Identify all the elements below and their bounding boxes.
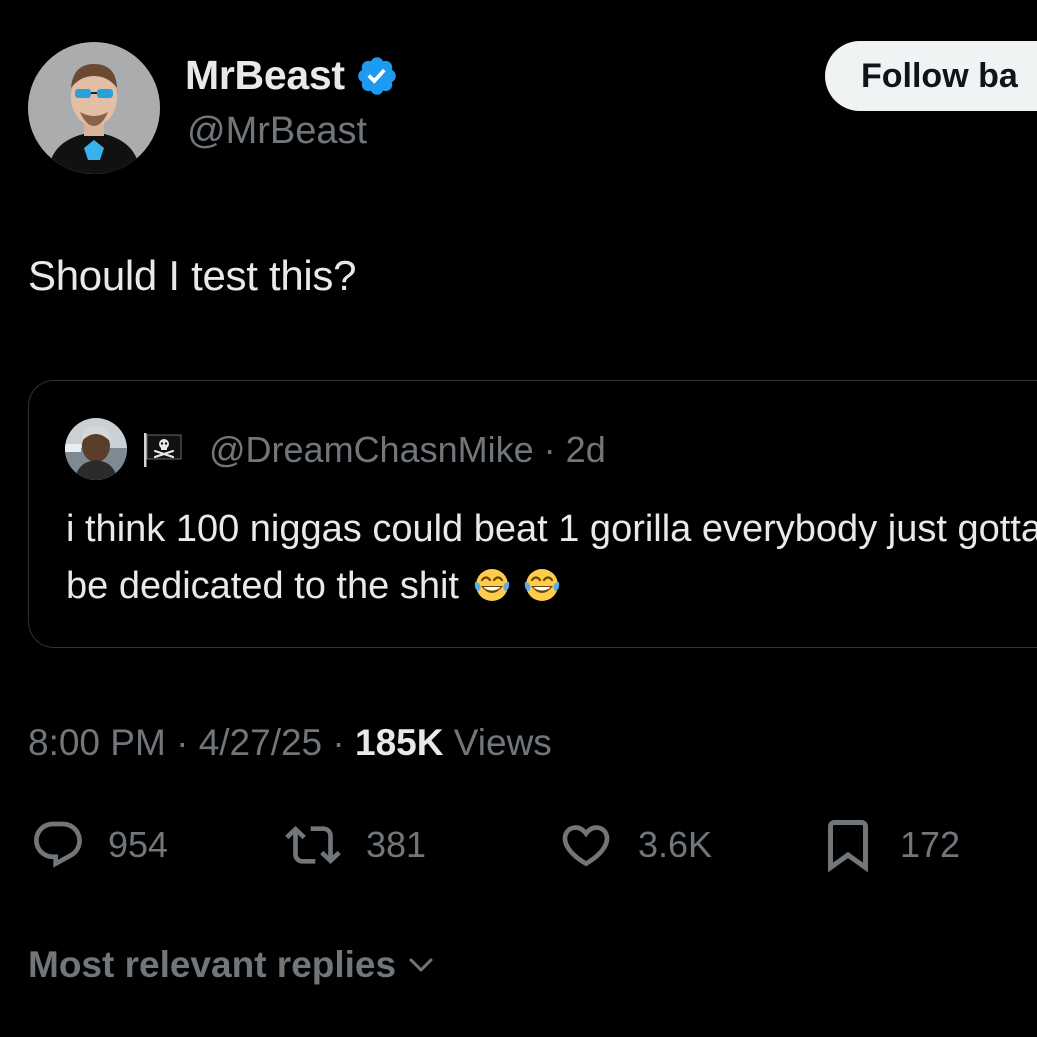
meta-separator: · xyxy=(332,722,345,763)
heart-icon xyxy=(562,825,610,867)
tweet-text: Should I test this? xyxy=(28,252,357,299)
bookmark-count: 172 xyxy=(900,824,961,865)
replies-sort-label: Most relevant replies xyxy=(28,944,397,985)
quoted-separator: · xyxy=(543,429,556,470)
reply-count: 954 xyxy=(108,824,169,865)
pirate-flag-icon xyxy=(144,433,182,467)
replies-sort-dropdown[interactable]: Most relevant replies xyxy=(28,944,436,986)
verified-badge-icon xyxy=(357,56,396,95)
tweet-detail-page: MrBeast @MrBeast Follow ba Should I test… xyxy=(0,0,1037,1037)
quoted-tweet-card[interactable]: @DreamChasnMike · 2d i think 100 niggas … xyxy=(28,380,1037,648)
tweet-meta: 8:00 PM · 4/27/25 · 185K Views xyxy=(28,722,552,764)
quoted-age[interactable]: 2d xyxy=(566,429,606,470)
follow-back-button[interactable]: Follow ba xyxy=(825,41,1037,111)
tweet-date[interactable]: 4/27/25 xyxy=(199,722,322,763)
reply-button[interactable]: 954 xyxy=(30,815,168,875)
views-label[interactable]: Views xyxy=(454,722,552,763)
chevron-down-icon xyxy=(409,958,433,972)
avatar-photo-icon xyxy=(65,418,127,480)
repost-button[interactable]: 381 xyxy=(282,815,426,875)
repost-icon xyxy=(285,826,341,864)
quoted-author-avatar[interactable] xyxy=(65,418,127,480)
tears-of-joy-emoji-icon xyxy=(524,569,559,601)
bookmark-icon xyxy=(828,820,868,873)
tears-of-joy-emoji-icon xyxy=(474,569,509,601)
bookmark-button[interactable]: 172 xyxy=(818,815,960,875)
like-count: 3.6K xyxy=(638,824,713,865)
quoted-handle[interactable]: @DreamChasnMike xyxy=(209,429,534,470)
author-name[interactable]: MrBeast xyxy=(185,52,345,99)
meta-separator: · xyxy=(176,722,189,763)
quoted-handle-row: @DreamChasnMike · 2d xyxy=(209,429,606,471)
repost-count: 381 xyxy=(366,824,427,865)
reply-icon xyxy=(34,821,82,868)
author-handle[interactable]: @MrBeast xyxy=(187,110,367,153)
author-name-row[interactable]: MrBeast xyxy=(185,52,399,99)
tweet-time[interactable]: 8:00 PM xyxy=(28,722,166,763)
avatar-photo-icon xyxy=(28,42,160,174)
author-avatar[interactable] xyxy=(28,42,160,174)
like-button[interactable]: 3.6K xyxy=(556,815,712,875)
quoted-tweet-text: i think 100 niggas could beat 1 gorilla … xyxy=(66,501,1037,615)
views-count[interactable]: 185K xyxy=(355,722,443,763)
